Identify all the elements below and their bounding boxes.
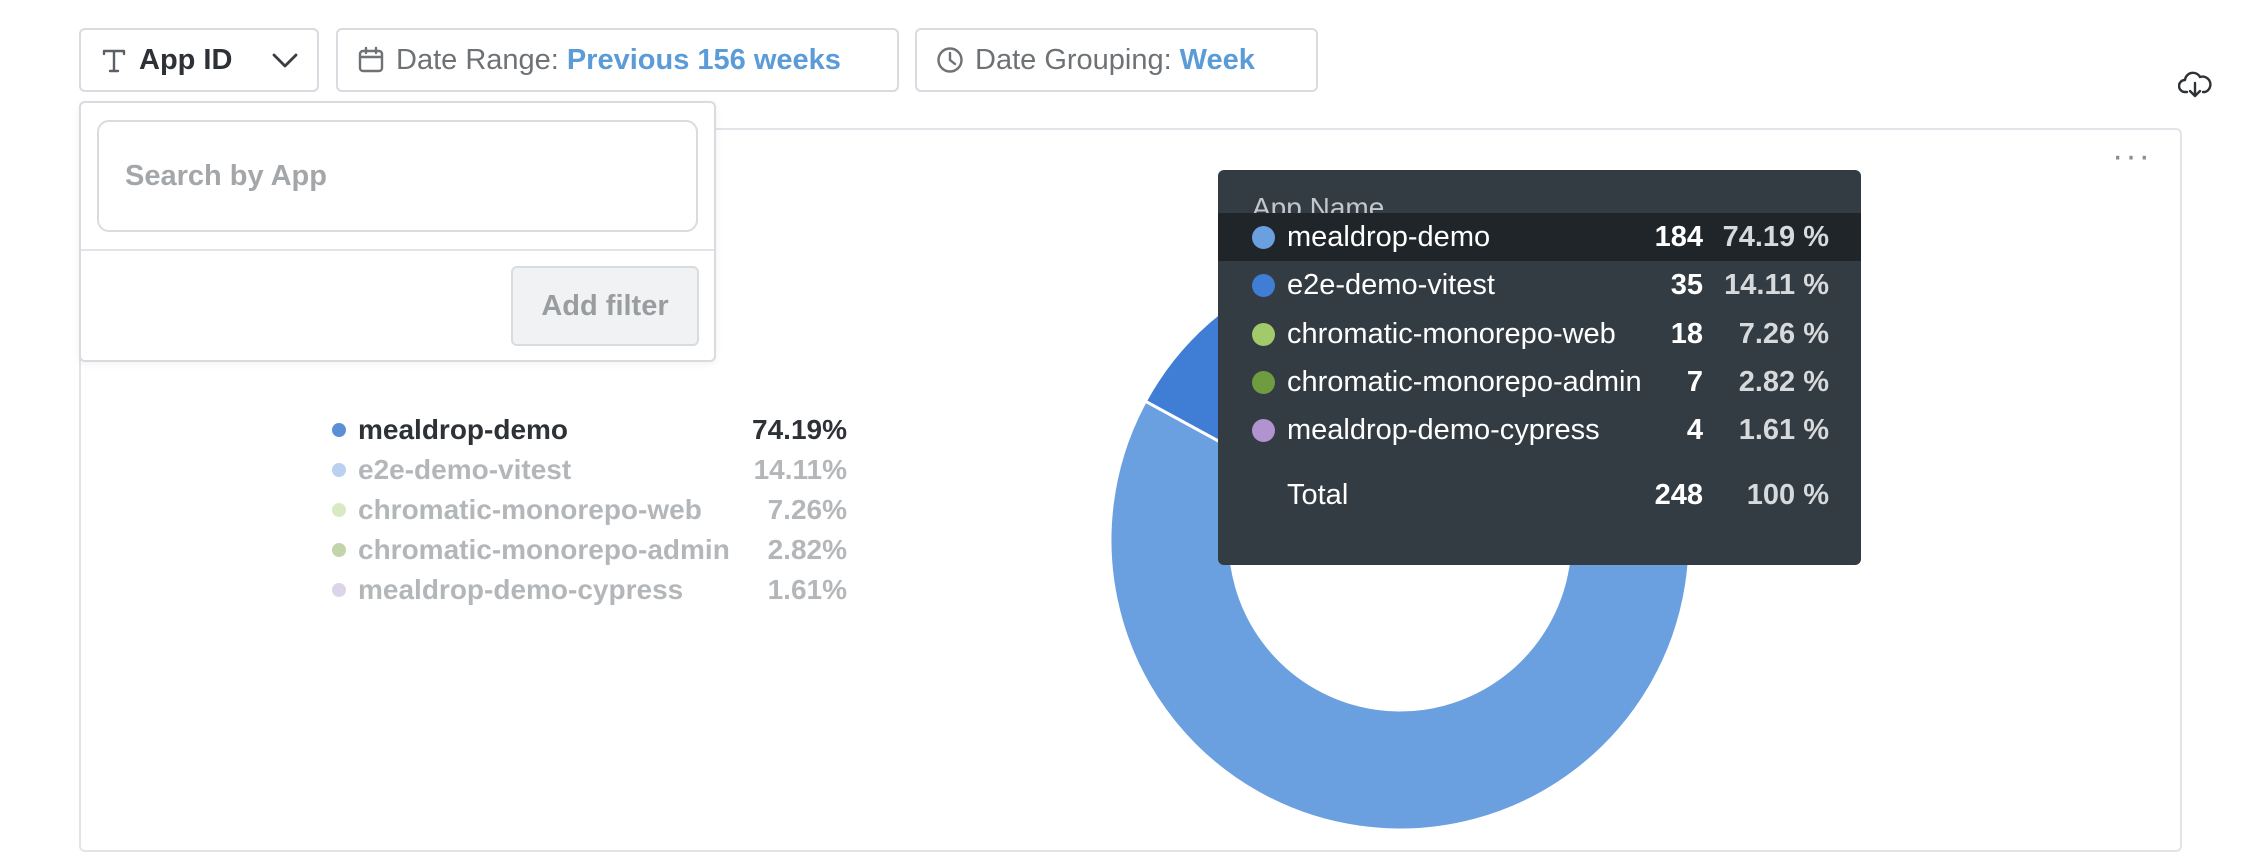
tooltip-row: chromatic-monorepo-admin 7 2.82 % — [1218, 358, 1861, 406]
date-grouping-value: Week — [1179, 43, 1255, 76]
more-options-icon[interactable]: ··· — [2112, 139, 2152, 173]
tooltip-app-name: chromatic-monorepo-admin — [1287, 365, 1642, 398]
tooltip-count: 184 — [1654, 220, 1703, 253]
calendar-icon — [356, 45, 386, 75]
popover-divider — [81, 249, 714, 251]
tooltip-percent: 2.82 % — [1738, 365, 1829, 398]
legend-percent: 1.61% — [767, 574, 847, 605]
text-type-icon — [99, 45, 129, 75]
app-id-filter-label: App ID — [139, 43, 233, 76]
search-by-app-input[interactable]: Search by App — [97, 120, 698, 232]
chart-tooltip: App Name mealdrop-demo 184 74.19 % e2e-demo… — [1218, 170, 1861, 565]
legend-label: mealdrop-demo — [358, 414, 569, 445]
tooltip-total-percent: 100 % — [1746, 478, 1829, 511]
tooltip-swatch — [1252, 273, 1275, 297]
tooltip-app-name: e2e-demo-vitest — [1287, 268, 1495, 301]
app-filter-popover: Search by App Add filter — [79, 101, 716, 362]
legend-label: chromatic-monorepo-web — [358, 494, 702, 525]
tooltip-total-row: Total 248 100 % — [1218, 471, 1861, 519]
date-range-label: Date Range: — [396, 43, 559, 76]
legend-percent: 7.26% — [767, 494, 847, 525]
legend-percent: 74.19% — [752, 414, 847, 445]
legend-item[interactable]: chromatic-monorepo-admin 2.82% — [332, 530, 847, 570]
cloud-download-icon[interactable] — [2178, 68, 2212, 102]
legend-item[interactable]: e2e-demo-vitest 14.11% — [332, 450, 847, 490]
tooltip-count: 4 — [1686, 413, 1703, 446]
tooltip-row: chromatic-monorepo-web 18 7.26 % — [1218, 310, 1861, 358]
tooltip-count: 7 — [1686, 365, 1703, 398]
tooltip-app-name: chromatic-monorepo-web — [1287, 317, 1616, 350]
date-range-filter-button[interactable]: Date Range: Previous 156 weeks — [336, 28, 899, 92]
tooltip-row: mealdrop-demo-cypress 4 1.61 % — [1218, 406, 1861, 454]
tooltip-app-name: mealdrop-demo — [1287, 220, 1491, 253]
legend-item[interactable]: mealdrop-demo 74.19% — [332, 410, 847, 450]
legend-item[interactable]: mealdrop-demo-cypress 1.61% — [332, 570, 847, 610]
tooltip-swatch — [1252, 225, 1275, 249]
legend-item[interactable]: chromatic-monorepo-web 7.26% — [332, 490, 847, 530]
tooltip-swatch — [1252, 322, 1275, 346]
chevron-down-icon — [269, 44, 301, 76]
legend-percent: 2.82% — [767, 534, 847, 565]
date-grouping-label: Date Grouping: — [975, 43, 1172, 76]
tooltip-total-count: 248 — [1654, 478, 1703, 511]
legend-label: chromatic-monorepo-admin — [358, 534, 730, 565]
clock-icon — [935, 45, 965, 75]
legend-swatch — [332, 503, 346, 517]
legend-label: e2e-demo-vitest — [358, 454, 572, 485]
tooltip-percent: 7.26 % — [1738, 317, 1829, 350]
legend-swatch — [332, 583, 346, 597]
add-filter-button[interactable]: Add filter — [511, 266, 699, 346]
tooltip-app-name: mealdrop-demo-cypress — [1287, 413, 1600, 446]
chart-legend: mealdrop-demo 74.19% e2e-demo-vitest 14.11%… — [332, 410, 847, 610]
tooltip-count: 35 — [1670, 268, 1703, 301]
app-root: App ID Date Range: Previous 156 weeks Da… — [0, 0, 2248, 860]
tooltip-row: e2e-demo-vitest 35 14.11 % — [1218, 261, 1861, 309]
tooltip-percent: 74.19 % — [1722, 220, 1829, 253]
tooltip-percent: 1.61 % — [1738, 413, 1829, 446]
legend-percent: 14.11% — [753, 454, 847, 485]
date-range-value: Previous 156 weeks — [566, 43, 841, 76]
tooltip-row: mealdrop-demo 184 74.19 % — [1218, 213, 1861, 261]
tooltip-swatch — [1252, 370, 1275, 394]
app-id-filter-button[interactable]: App ID — [79, 28, 319, 92]
date-grouping-filter-button[interactable]: Date Grouping: Week — [915, 28, 1318, 92]
legend-swatch — [332, 543, 346, 557]
tooltip-count: 18 — [1670, 317, 1703, 350]
legend-swatch — [332, 463, 346, 477]
tooltip-percent: 14.11 % — [1724, 268, 1829, 301]
legend-swatch — [332, 423, 346, 437]
legend-label: mealdrop-demo-cypress — [358, 574, 684, 605]
tooltip-total-label: Total — [1287, 478, 1349, 511]
tooltip-swatch — [1252, 418, 1275, 442]
